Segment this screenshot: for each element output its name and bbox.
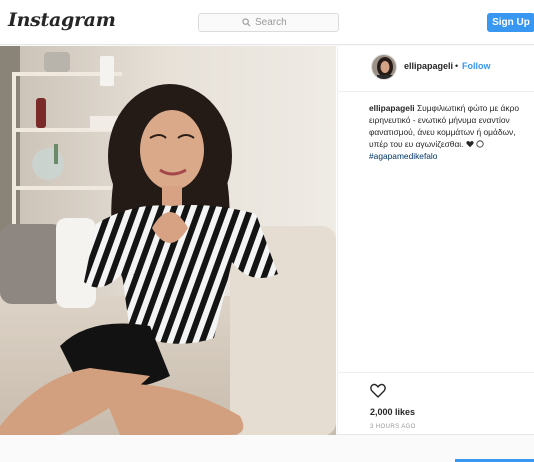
follow-button[interactable]: Follow (462, 61, 491, 71)
top-navigation-bar: Instagram Sign Up (0, 0, 534, 45)
sign-up-button[interactable]: Sign Up (487, 13, 534, 32)
post-photo-image (0, 46, 336, 435)
post-photo[interactable] (0, 46, 336, 435)
post-card: ellipapageli • Follow ellipapageli Συμφι… (0, 46, 534, 435)
search-icon (242, 18, 251, 27)
caption-line-3: φανατισμού, άνευ κομμάτων ή ομάδων, (369, 127, 516, 137)
caption-line-4: υπέρ του ευ αγωνίζεσθαι. (369, 138, 534, 150)
caption-username[interactable]: ellipapageli (369, 103, 415, 113)
post-timestamp: 3 HOURS AGO (370, 424, 416, 430)
instagram-logo[interactable]: Instagram (8, 9, 116, 31)
post-caption: ellipapageli Συμφιλιωτική φώτο με άκρο ε… (369, 102, 534, 162)
search-input[interactable] (255, 17, 295, 28)
likes-count[interactable]: 2,000 likes (370, 407, 415, 417)
black-heart-icon (466, 140, 474, 148)
white-circle-icon (476, 140, 484, 148)
avatar-image (372, 55, 396, 79)
separator-dot: • (455, 61, 459, 71)
post-username[interactable]: ellipapageli (404, 61, 453, 71)
caption-line-2: ειρηνευτικό - ενωτικό μήνυμα εναντίον (369, 115, 510, 125)
post-actions: 2,000 likes 3 HOURS AGO (338, 372, 534, 435)
caption-text-4: υπέρ του ευ αγωνίζεσθαι. (369, 139, 464, 149)
search-box[interactable] (198, 13, 339, 32)
caption-hashtag[interactable]: #agapamedikefalo (369, 150, 534, 162)
post-header: ellipapageli • Follow (338, 46, 534, 92)
caption-line-1: ellipapageli Συμφιλιωτική φώτο με άκρο (369, 102, 534, 114)
avatar[interactable] (371, 54, 397, 80)
post-sidebar: ellipapageli • Follow ellipapageli Συμφι… (337, 46, 534, 435)
caption-text-1: Συμφιλιωτική φώτο με άκρο (416, 103, 519, 113)
heart-outline-icon[interactable] (370, 383, 386, 398)
